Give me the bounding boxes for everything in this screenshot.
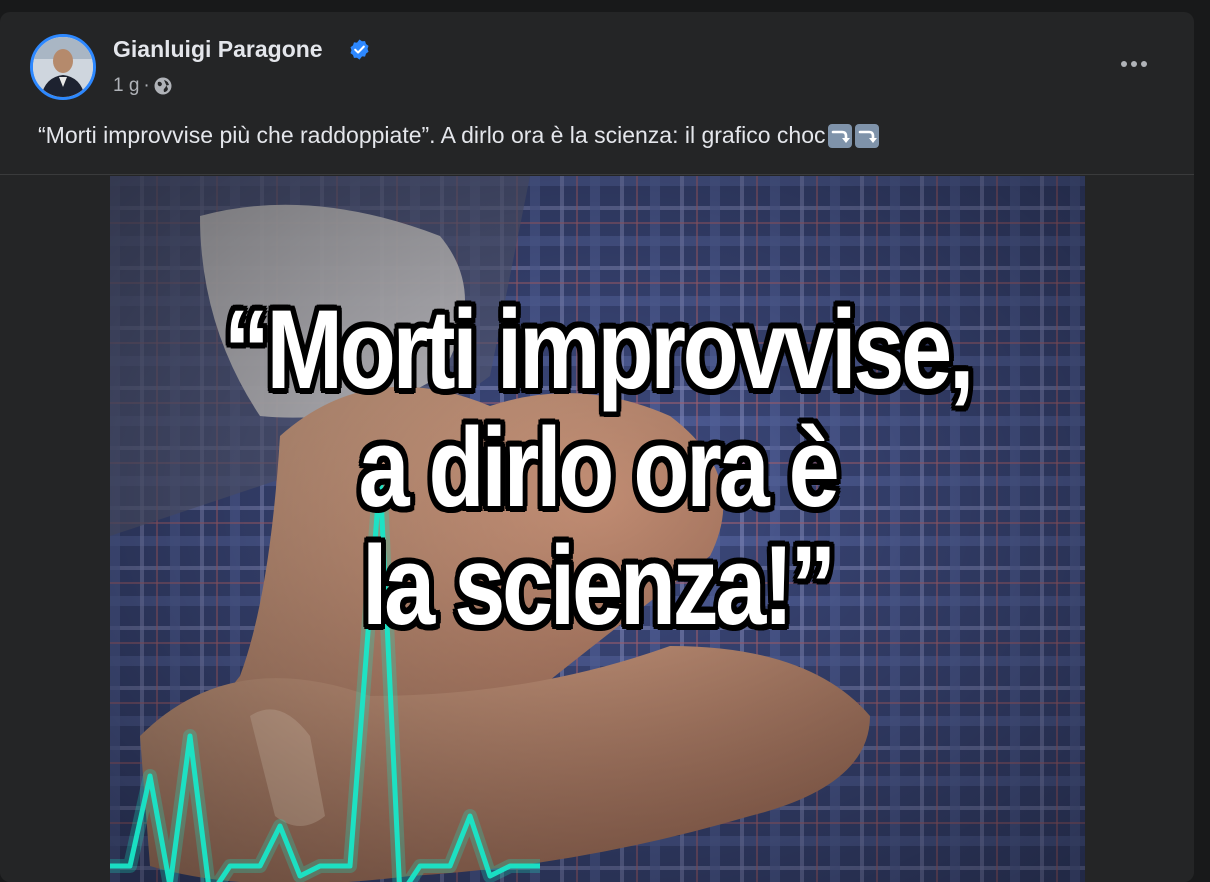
author-avatar[interactable] xyxy=(30,34,96,100)
overlay-line-3: la scienza!” xyxy=(361,523,836,648)
arrow-curving-down-icon xyxy=(855,123,880,148)
post-timestamp[interactable]: 1 g xyxy=(113,75,139,97)
image-overlay-text: “Morti improvvise, a dirlo ora è la scie… xyxy=(110,294,1085,648)
verified-badge-icon xyxy=(350,39,369,60)
meta-separator: · xyxy=(143,75,150,96)
overlay-line-1: “Morti improvvise, xyxy=(223,287,975,412)
globe-icon[interactable] xyxy=(153,76,173,96)
post-media[interactable]: “Morti improvvise, a dirlo ora è la scie… xyxy=(0,174,1194,882)
post-card: Gianluigi Paragone 1 g · “Morti improvvi… xyxy=(0,12,1194,882)
overlay-line-2: a dirlo ora è xyxy=(358,405,840,530)
more-options-dot xyxy=(1141,61,1147,67)
arrow-curving-down-icon xyxy=(828,123,853,148)
avatar-photo xyxy=(33,37,93,97)
post-image[interactable]: “Morti improvvise, a dirlo ora è la scie… xyxy=(110,176,1085,882)
more-options-button[interactable] xyxy=(1116,52,1152,76)
more-options-dot xyxy=(1131,61,1137,67)
more-options-icon xyxy=(1121,61,1127,67)
caption-text: “Morti improvvise più che raddoppiate”. … xyxy=(38,122,826,148)
post-meta: 1 g · xyxy=(113,75,173,97)
post-caption: “Morti improvvise più che raddoppiate”. … xyxy=(38,122,880,149)
post-header: Gianluigi Paragone 1 g · xyxy=(0,12,1194,112)
author-name[interactable]: Gianluigi Paragone xyxy=(113,36,323,63)
